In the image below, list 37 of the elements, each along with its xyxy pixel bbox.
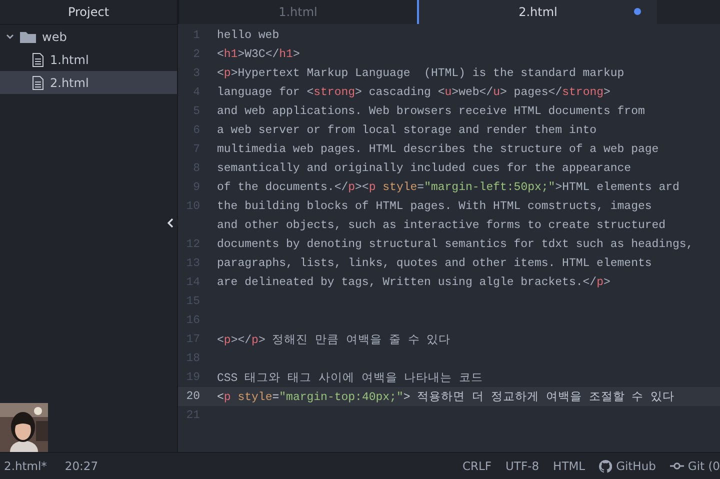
file-name[interactable]: 2.html* xyxy=(4,459,47,473)
tree-item[interactable]: web xyxy=(0,25,177,48)
status-item[interactable]: CRLF xyxy=(462,459,492,473)
code-line: paragraphs, lists, links, quotes and other items. HTML elements xyxy=(217,257,652,270)
code-line: multimedia web pages. HTML describes the structure of a web page xyxy=(217,143,659,156)
cursor-position[interactable]: 20:27 xyxy=(64,459,98,473)
commit-icon xyxy=(670,462,684,470)
code-line: a web server or from local storage and render them into xyxy=(217,124,597,137)
code-line: and other objects, such as interactive forms to create structured xyxy=(217,219,666,232)
chevron-left-icon xyxy=(167,218,174,228)
code-line: documents by denoting structural semantics for tdxt such as headings, xyxy=(217,238,694,251)
git-button[interactable]: Git (0 xyxy=(670,459,720,473)
code-line: semantically and originally included cues for the appearance xyxy=(217,162,632,175)
file-icon xyxy=(32,52,44,66)
status-item[interactable]: UTF-8 xyxy=(506,459,540,473)
code-line: of the documents.</p><p style="margin-left:50px;">HTML elements ard xyxy=(217,181,680,194)
file-icon xyxy=(32,76,44,90)
code-line: are delineated by tags, Written using algle brackets.</p> xyxy=(217,276,610,289)
status-item[interactable]: HTML xyxy=(553,459,586,473)
code-line: hello web xyxy=(217,29,280,42)
code-line: <p></p> 정해진 만큼 여백을 줄 수 있다 xyxy=(217,333,451,347)
code-line: the building blocks of HTML pages. With HTML comstructs, images xyxy=(217,200,652,213)
folder-icon xyxy=(20,30,36,42)
chevron-down-icon[interactable] xyxy=(6,32,14,40)
github-button[interactable]: GitHub xyxy=(599,459,656,473)
tree-item[interactable]: 2.html xyxy=(0,71,177,94)
code-line: and web applications. Web browsers receive HTML documents from xyxy=(217,105,645,118)
panel-title: Project xyxy=(68,5,110,19)
line-number: 20 xyxy=(185,390,200,403)
github-icon xyxy=(599,460,612,472)
code-line: <p>Hypertext Markup Language (HTML) is the standard markup xyxy=(217,67,624,80)
file-tab[interactable]: 2.html xyxy=(417,0,657,24)
tree-item[interactable]: 1.html xyxy=(0,48,177,71)
code-line: CSS 태그와 태그 사이에 여백을 나타내는 코드 xyxy=(217,371,484,385)
code-line: language for <strong> cascading <u>web</u> pages</strong> xyxy=(217,86,610,99)
code-line: <p style="margin-top:40px;"> 적용하면 더 정교하게 여백을 조절할 수 있다 xyxy=(217,390,675,404)
code-line: <h1>W3C</h1> xyxy=(217,48,300,61)
